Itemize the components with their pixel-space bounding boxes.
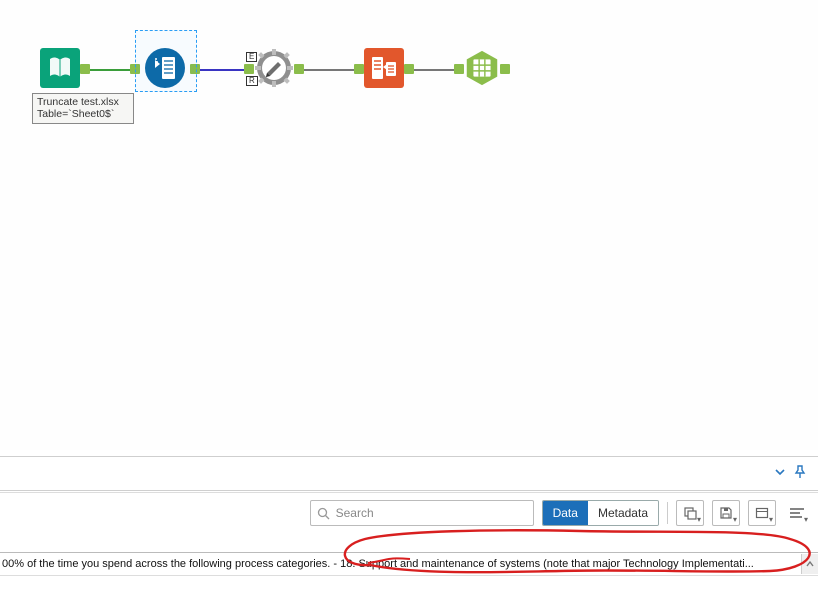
chevron-down-icon — [774, 466, 786, 478]
collapse-button[interactable] — [770, 463, 790, 483]
anchor-out[interactable] — [294, 64, 304, 74]
scroll-up-button[interactable] — [801, 554, 818, 574]
divider — [667, 502, 668, 524]
select-icon — [151, 54, 179, 82]
pin-icon — [794, 465, 806, 479]
badge-expression: E — [246, 52, 257, 62]
tab-metadata[interactable]: Metadata — [588, 501, 658, 525]
copy-button[interactable]: ▾ — [676, 500, 704, 526]
annotation-line: Table=`Sheet0$` — [37, 108, 129, 120]
results-toolbar: Data Metadata ▾ ▾ ▾ ▾ — [0, 492, 818, 533]
results-row[interactable]: 00% of the time you spend across the fol… — [0, 552, 818, 576]
panel-header — [0, 458, 818, 488]
search-input[interactable] — [334, 505, 527, 521]
browse-tool[interactable] — [462, 48, 502, 88]
workflow-canvas[interactable]: E R Truncate test.xlsx Table=`Sheet0$` — [0, 0, 818, 450]
annotation-line: Truncate test.xlsx — [37, 96, 129, 108]
anchor-in[interactable] — [244, 64, 254, 74]
badge-result: R — [246, 76, 258, 86]
save-icon — [719, 506, 733, 520]
browse-icon — [462, 47, 502, 89]
input-data-tool[interactable] — [40, 48, 80, 88]
tool-annotation: Truncate test.xlsx Table=`Sheet0$` — [32, 93, 134, 124]
output-data-tool[interactable] — [364, 48, 404, 88]
anchor-in[interactable] — [354, 64, 364, 74]
formula-tool[interactable] — [254, 48, 294, 88]
connection — [296, 69, 356, 71]
chevron-up-icon — [805, 559, 815, 569]
view-toggle: Data Metadata — [542, 500, 659, 526]
save-button[interactable]: ▾ — [712, 500, 740, 526]
field-icon — [755, 506, 769, 520]
anchor-out[interactable] — [404, 64, 414, 74]
search-box[interactable] — [310, 500, 534, 526]
connection — [192, 69, 246, 71]
panel-separator — [0, 490, 818, 491]
copy-icon — [683, 506, 697, 520]
formula-icon — [254, 48, 294, 88]
book-icon — [46, 54, 74, 82]
menu-button[interactable]: ▾ — [784, 501, 810, 525]
panel-separator — [0, 456, 818, 457]
field-selector-button[interactable]: ▾ — [748, 500, 776, 526]
cell-text: 00% of the time you spend across the fol… — [0, 558, 801, 570]
select-tool[interactable] — [145, 48, 185, 88]
output-icon — [369, 53, 399, 83]
tab-data[interactable]: Data — [543, 501, 588, 525]
anchor-out[interactable] — [80, 64, 90, 74]
pin-button[interactable] — [790, 463, 810, 484]
connection — [84, 69, 134, 71]
menu-icon — [789, 507, 805, 519]
search-icon — [317, 507, 330, 520]
